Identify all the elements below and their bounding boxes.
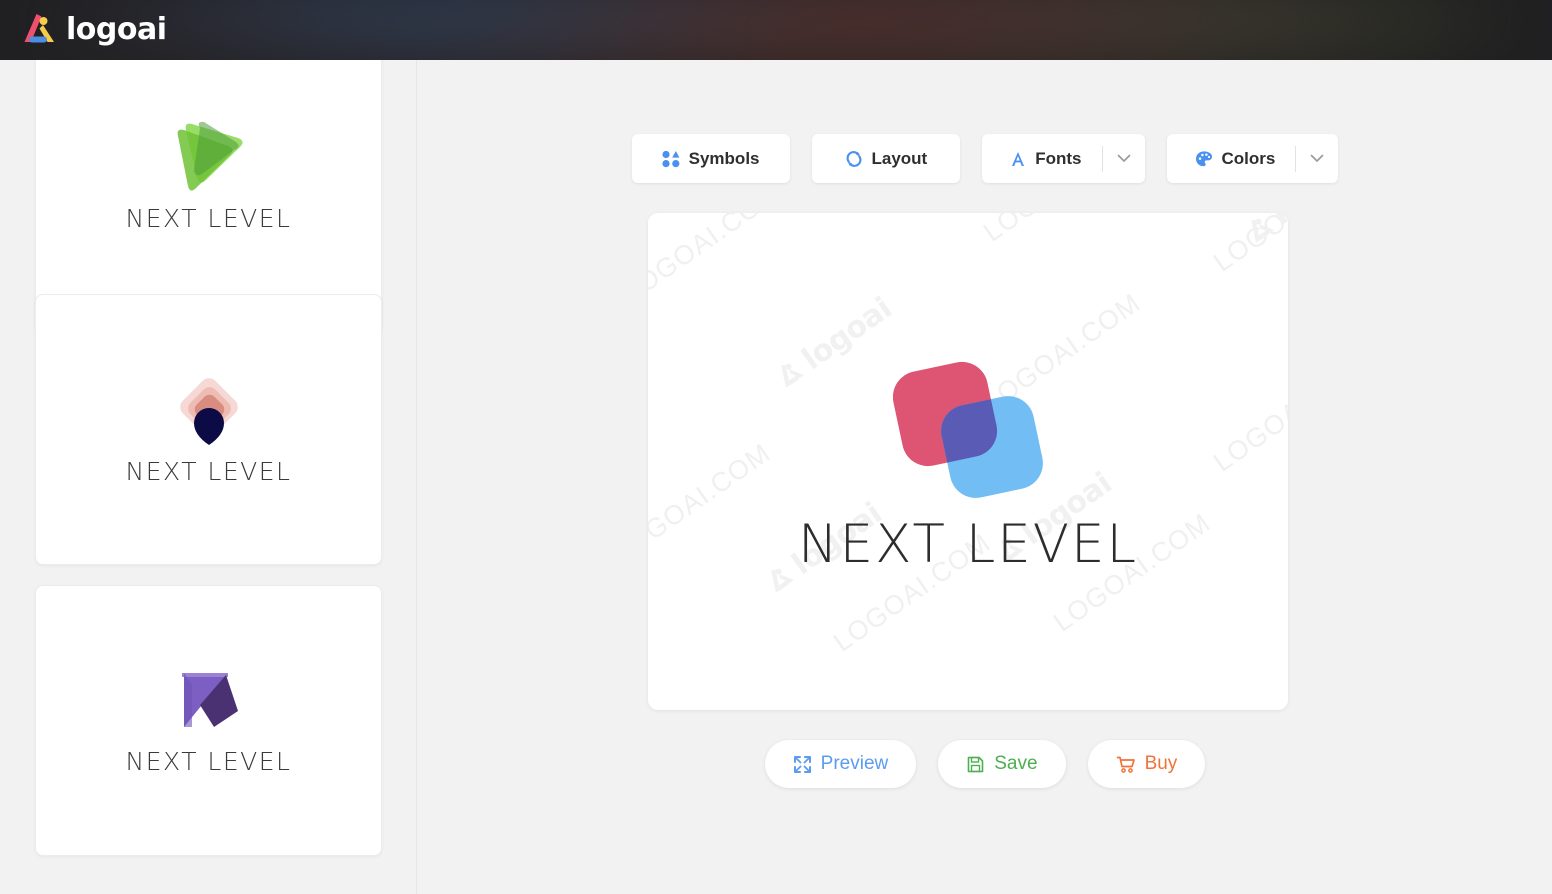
fonts-dropdown-toggle[interactable] (1103, 134, 1145, 183)
brand-logo[interactable]: logoai (20, 8, 167, 52)
action-buttons-row: Preview Save Buy (418, 740, 1552, 788)
color-palette-icon (1195, 150, 1212, 166)
logo-variations-sidebar[interactable]: NEXT LEVEL NEXT LEVEL NEXT LEVEL (0, 60, 417, 894)
logo-card-purple-arrow[interactable]: NEXT LEVEL (35, 585, 382, 856)
pink-diamond-navy-circle-logo (180, 378, 239, 445)
editor-toolbar: Symbols Layout Fonts Colors (418, 134, 1552, 183)
chevron-down-icon (1117, 154, 1130, 162)
colors-dropdown-toggle[interactable] (1296, 134, 1338, 183)
buy-button-label: Buy (1144, 753, 1178, 774)
green-play-triangle-logo (178, 121, 244, 191)
symbols-button-label: Symbols (688, 148, 760, 168)
save-button[interactable]: Save (938, 740, 1066, 788)
preview-button-label: Preview (820, 753, 889, 774)
symbols-button[interactable]: Symbols (631, 134, 790, 183)
logoai-a-mark-icon (24, 14, 54, 43)
colors-button[interactable]: Colors (1166, 134, 1339, 183)
fonts-button[interactable]: Fonts (982, 134, 1145, 183)
logo-stage: NEXT LEVEL (648, 213, 1288, 710)
shopping-cart-icon (1116, 756, 1135, 773)
symbols-grid-icon (662, 150, 680, 167)
logo-text: NEXT LEVEL (797, 514, 1139, 575)
logo-card-green[interactable]: NEXT LEVEL (35, 60, 382, 334)
chevron-down-icon (1311, 154, 1324, 162)
app-header: logoai (0, 0, 1552, 60)
brand-name: logoai (66, 12, 167, 47)
layout-refresh-icon (846, 150, 861, 167)
preview-button[interactable]: Preview (764, 740, 917, 788)
save-button-label: Save (994, 753, 1038, 774)
logo-card-label: NEXT LEVEL (125, 203, 292, 233)
purple-arrow-logo (182, 673, 239, 727)
buy-button[interactable]: Buy (1087, 740, 1206, 788)
editor-main-area: Symbols Layout Fonts Colors LOGOAI.COM L… (418, 60, 1552, 894)
logo-card-pink-diamond[interactable]: NEXT LEVEL (35, 294, 382, 565)
logo-preview-canvas[interactable]: LOGOAI.COM LOGOAI.COM LOGOAI.COM LOGOAI.… (648, 213, 1288, 710)
fonts-button-label: Fonts (1035, 148, 1082, 168)
overlapping-rounded-squares-logo (893, 361, 1043, 498)
floppy-disk-icon (967, 756, 984, 772)
colors-button-label: Colors (1221, 148, 1276, 168)
layout-button[interactable]: Layout (811, 134, 961, 183)
header-gradient-glow (0, 0, 1552, 60)
font-a-icon (1012, 151, 1025, 166)
logo-card-label: NEXT LEVEL (125, 747, 292, 776)
logo-card-label: NEXT LEVEL (125, 457, 292, 486)
layout-button-label: Layout (871, 148, 928, 168)
expand-arrows-icon (793, 755, 811, 773)
